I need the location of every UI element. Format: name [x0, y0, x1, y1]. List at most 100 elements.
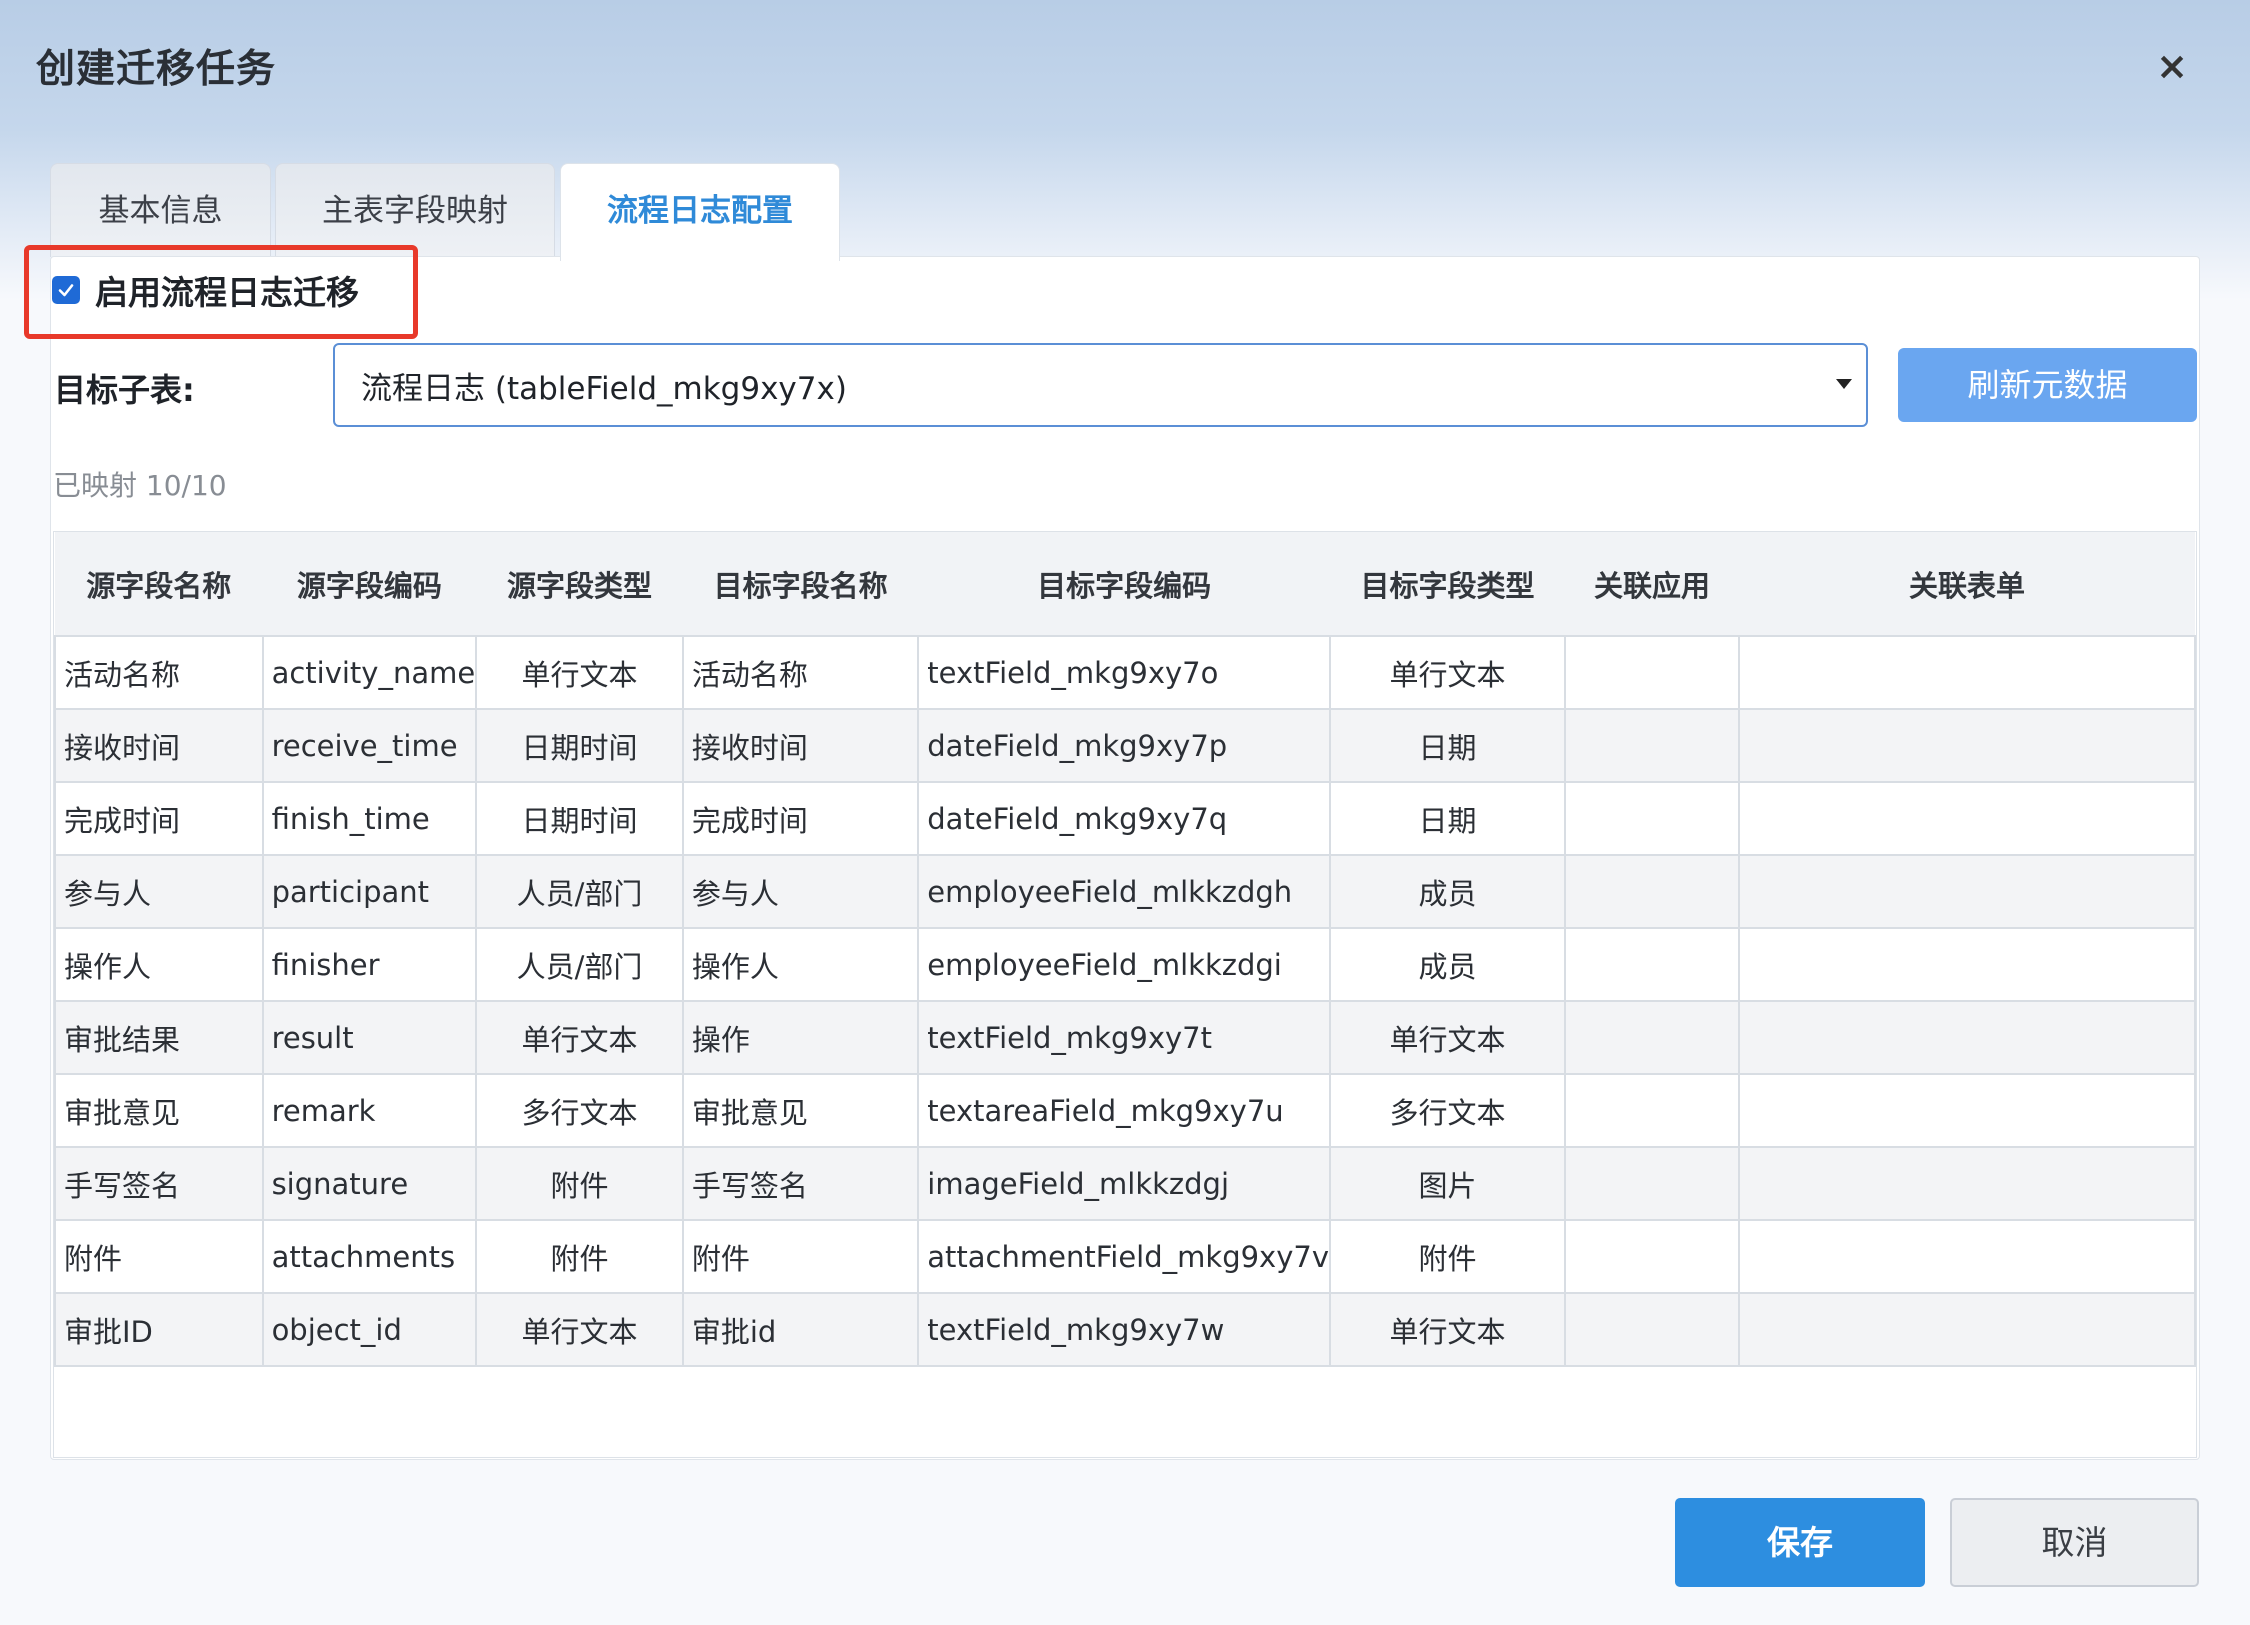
table-cell: employeeField_mlkkzdgh [917, 854, 1331, 929]
cancel-button[interactable]: 取消 [1950, 1498, 2199, 1587]
table-cell: object_id [261, 1292, 478, 1367]
table-cell: 单行文本 [475, 1000, 684, 1075]
table-cell [1564, 1073, 1740, 1148]
target-subtable-select[interactable]: 流程日志 (tableField_mkg9xy7x) [333, 343, 1868, 427]
table-cell: 操作人 [54, 927, 264, 1002]
table-cell: imageField_mlkkzdgj [917, 1146, 1331, 1221]
column-header: 关联应用 [1565, 532, 1739, 636]
column-header: 关联表单 [1738, 532, 2195, 636]
dialog-title: 创建迁移任务 [36, 47, 277, 92]
table-row: 附件 attachments 附件 附件 attachmentField_mkg9xy7… [54, 1219, 2197, 1294]
table-cell: 单行文本 [475, 635, 684, 710]
column-header: 目标字段编码 [918, 532, 1330, 636]
tab-main-field-mapping[interactable]: 主表字段映射 [275, 163, 555, 257]
table-cell [1564, 781, 1740, 856]
table-cell: 参与人 [54, 854, 264, 929]
table-cell: 手写签名 [54, 1146, 264, 1221]
table-cell: 人员/部门 [475, 927, 684, 1002]
table-cell: 接收时间 [54, 708, 264, 783]
column-header: 源字段名称 [55, 532, 263, 636]
save-button[interactable]: 保存 [1675, 1498, 1925, 1587]
table-cell: textField_mkg9xy7t [917, 1000, 1331, 1075]
table-cell: dateField_mkg9xy7p [917, 708, 1331, 783]
table-cell: 审批id [681, 1292, 920, 1367]
tab-basic-info[interactable]: 基本信息 [50, 163, 271, 257]
close-icon[interactable]: × [2150, 44, 2194, 88]
table-cell: 日期 [1328, 781, 1567, 856]
table-cell: textareaField_mkg9xy7u [917, 1073, 1331, 1148]
table-cell: 完成时间 [54, 781, 264, 856]
table-cell: 人员/部门 [475, 854, 684, 929]
table-row: 审批ID object_id 单行文本 审批id textField_mkg9xy7w 单… [54, 1292, 2197, 1367]
table-cell: 活动名称 [54, 635, 264, 710]
table-cell [1737, 1000, 2197, 1075]
column-header: 目标字段类型 [1330, 532, 1566, 636]
table-cell: 手写签名 [681, 1146, 920, 1221]
table-cell: 参与人 [681, 854, 920, 929]
table-cell [1564, 635, 1740, 710]
table-cell: 附件 [54, 1219, 264, 1294]
table-cell: 日期 [1328, 708, 1567, 783]
table-header-row: 源字段名称 源字段编码 源字段类型 目标字段名称 目标字段编码 目标字段类型 关… [55, 532, 2195, 636]
table-cell: 接收时间 [681, 708, 920, 783]
column-header: 源字段类型 [476, 532, 683, 636]
table-cell [1737, 781, 2197, 856]
target-subtable-label: 目标子表: [54, 371, 195, 409]
table-cell [1564, 1219, 1740, 1294]
table-row: 接收时间 receive_time 日期时间 接收时间 dateField_mkg9xy… [54, 708, 2197, 783]
table-cell: participant [261, 854, 478, 929]
create-migration-task-dialog: 创建迁移任务 × 基本信息 主表字段映射 流程日志配置 启用流程日志迁移 目标子… [0, 0, 2250, 1625]
highlight-box [24, 245, 418, 339]
table-cell [1737, 708, 2197, 783]
tab-process-log-config[interactable]: 流程日志配置 [560, 163, 840, 261]
table-cell: 操作 [681, 1000, 920, 1075]
table-cell: 审批结果 [54, 1000, 264, 1075]
mapped-count: 已映射 10/10 [53, 469, 227, 502]
column-header: 源字段编码 [262, 532, 477, 636]
caret-down-icon [1836, 379, 1852, 389]
table-cell: 日期时间 [475, 708, 684, 783]
table-cell: 操作人 [681, 927, 920, 1002]
table-cell: 审批ID [54, 1292, 264, 1367]
table-row: 审批结果 result 单行文本 操作 textField_mkg9xy7t 单行文本 [54, 1000, 2197, 1075]
refresh-metadata-button[interactable]: 刷新元数据 [1898, 348, 2197, 422]
table-cell: 日期时间 [475, 781, 684, 856]
table-cell: 审批意见 [681, 1073, 920, 1148]
table-cell: 单行文本 [1328, 1292, 1567, 1367]
target-subtable-value: 流程日志 (tableField_mkg9xy7x) [361, 370, 847, 407]
table-cell [1564, 1146, 1740, 1221]
table-cell: 单行文本 [1328, 1000, 1567, 1075]
table-cell [1737, 1292, 2197, 1367]
table-cell: 图片 [1328, 1146, 1567, 1221]
table-cell [1737, 1073, 2197, 1148]
table-cell: remark [261, 1073, 478, 1148]
table-cell: signature [261, 1146, 478, 1221]
table-cell: 附件 [475, 1146, 684, 1221]
table-cell: 多行文本 [475, 1073, 684, 1148]
table-cell: finisher [261, 927, 478, 1002]
table-cell: 活动名称 [681, 635, 920, 710]
table-cell: 单行文本 [475, 1292, 684, 1367]
table-cell: textField_mkg9xy7w [917, 1292, 1331, 1367]
table-cell: 附件 [1328, 1219, 1567, 1294]
table-row: 完成时间 finish_time 日期时间 完成时间 dateField_mkg9xy7… [54, 781, 2197, 856]
table-cell: 审批意见 [54, 1073, 264, 1148]
table-cell [1737, 854, 2197, 929]
table-row: 活动名称 activity_name 单行文本 活动名称 textField_mkg9x… [54, 635, 2197, 710]
table-row: 参与人 participant 人员/部门 参与人 employeeField_mlkk… [54, 854, 2197, 929]
table-cell [1737, 1219, 2197, 1294]
table-row: 审批意见 remark 多行文本 审批意见 textareaField_mkg9xy7u… [54, 1073, 2197, 1148]
table-cell: attachments [261, 1219, 478, 1294]
table-cell: 多行文本 [1328, 1073, 1567, 1148]
table-cell: finish_time [261, 781, 478, 856]
table-cell: dateField_mkg9xy7q [917, 781, 1331, 856]
table-row: 手写签名 signature 附件 手写签名 imageField_mlkkzdgj 图片 [54, 1146, 2197, 1221]
table-cell: 成员 [1328, 927, 1567, 1002]
table-cell: result [261, 1000, 478, 1075]
table-cell: attachmentField_mkg9xy7v [917, 1219, 1331, 1294]
table-cell [1564, 927, 1740, 1002]
table-cell: activity_name [261, 635, 478, 710]
table-cell [1737, 927, 2197, 1002]
table-cell: 完成时间 [681, 781, 920, 856]
table-cell [1564, 1292, 1740, 1367]
